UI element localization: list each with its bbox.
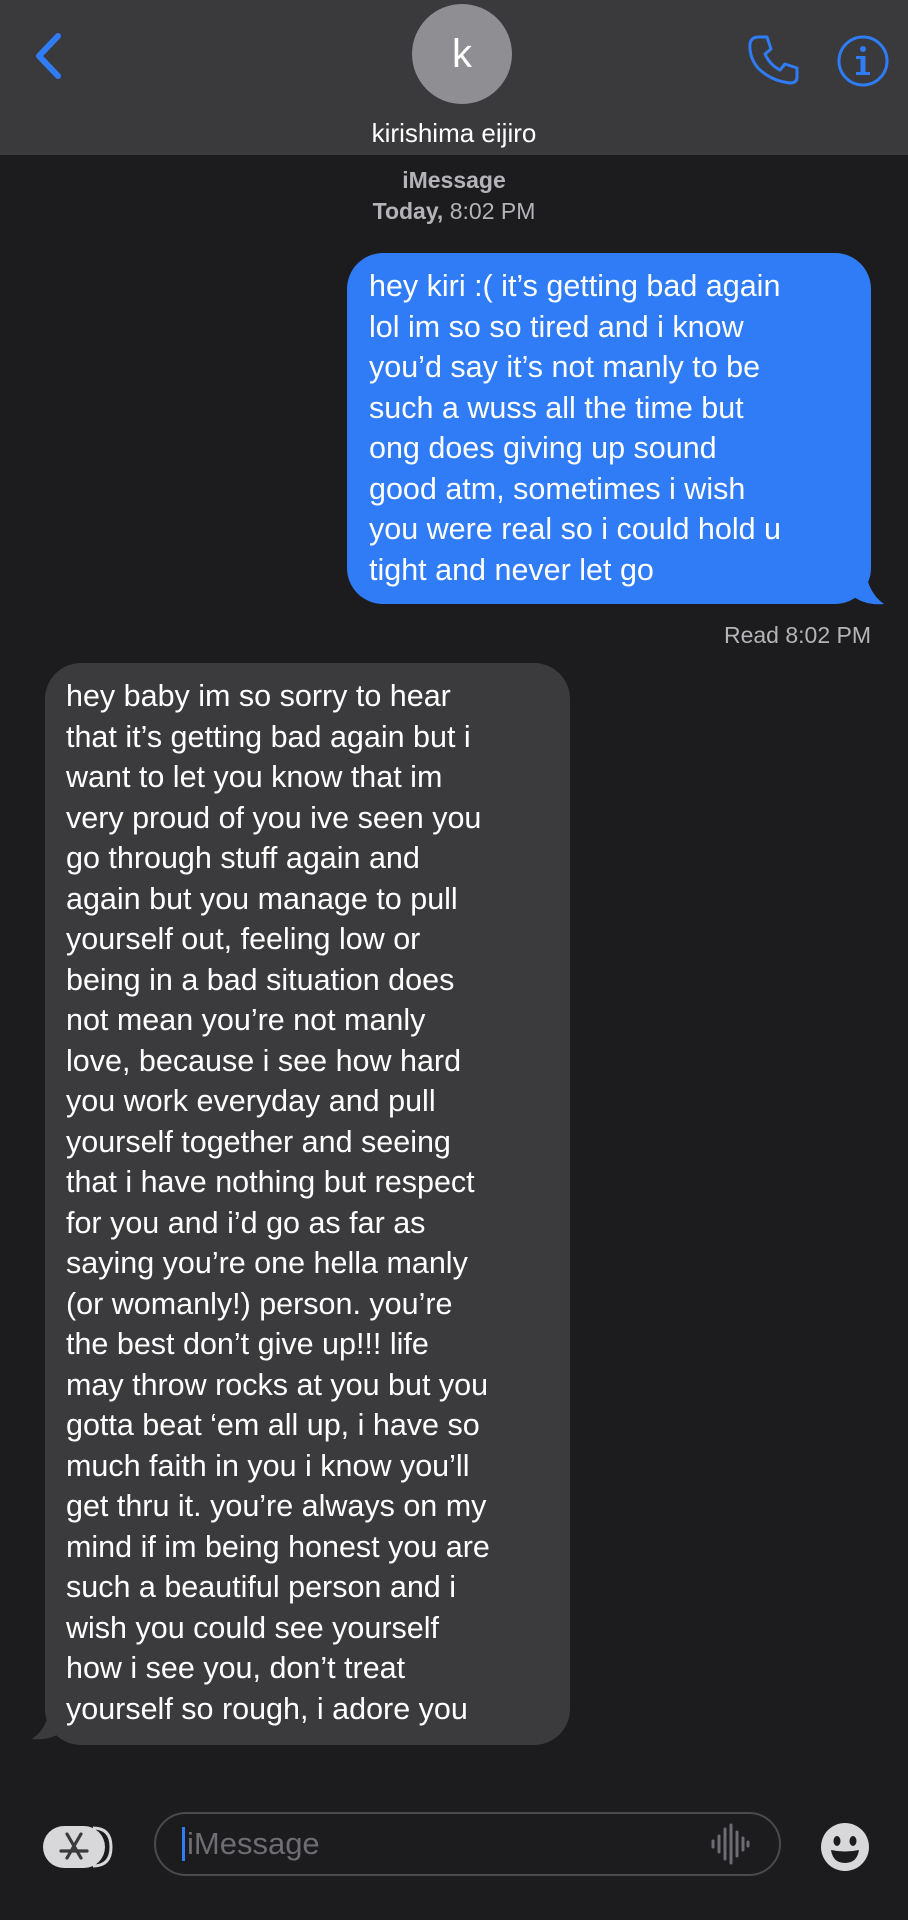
contact-name[interactable]: kirishima eijiro — [0, 118, 908, 148]
app-store-icon — [43, 1826, 113, 1868]
audio-waveform-icon — [711, 1823, 750, 1865]
message-line: go through stuff again and — [66, 841, 420, 875]
incoming-message-bubble[interactable]: hey baby im so sorry to hear that it’s g… — [45, 663, 570, 1745]
message-line: love, because i see how hard — [66, 1043, 462, 1078]
message-line: gotta beat ‘em all up, i have so — [66, 1408, 480, 1442]
message-line: you work everyday and pull — [66, 1084, 436, 1118]
message-line: may throw rocks at you but you — [66, 1367, 489, 1402]
message-line: very proud of you ive seen you — [66, 800, 482, 835]
message-line: the best don’t give up!!! life — [66, 1327, 429, 1361]
message-line: hey baby im so sorry to hear — [66, 679, 451, 713]
message-line: good atm, sometimes i wish — [369, 471, 746, 506]
message-line: that it’s getting bad again but i — [66, 719, 471, 754]
app-store-button[interactable] — [41, 1822, 117, 1872]
message-line: how i see you, don’t treat — [66, 1651, 406, 1685]
call-button[interactable] — [746, 32, 802, 88]
message-line: much faith in you i know you’ll — [66, 1448, 470, 1483]
message-line: ong does giving up sound — [369, 431, 717, 465]
message-line: you’d say it’s not manly to be — [369, 350, 761, 384]
message-line: being in a bad situation does — [66, 962, 455, 997]
outgoing-message-bubble[interactable]: hey kiri :( it’s getting bad again lol i… — [347, 253, 871, 604]
message-line: tight and never let go — [369, 552, 654, 587]
message-line: yourself so rough, i adore you — [66, 1691, 468, 1726]
message-line: you were real so i could hold u — [369, 512, 781, 546]
avatar-initial: k — [452, 32, 472, 76]
message-line: want to let you know that im — [66, 760, 443, 794]
message-line: not mean you’re not manly — [66, 1003, 426, 1037]
date-label: Today, — [372, 198, 444, 224]
info-icon — [837, 35, 889, 87]
phone-icon — [748, 35, 799, 85]
timestamp-label: Today, 8:02 PM — [0, 197, 908, 225]
message-line: for you and i’d go as far as — [66, 1205, 426, 1240]
message-line: again but you manage to pull — [66, 881, 458, 916]
chevron-left-icon — [36, 33, 61, 79]
message-line: yourself together and seeing — [66, 1124, 451, 1159]
text-caret — [182, 1827, 185, 1861]
message-line: saying you’re one hella manly — [66, 1246, 468, 1280]
incoming-bubble-tail — [32, 1695, 66, 1740]
service-label: iMessage — [402, 167, 506, 193]
message-line: wish you could see yourself — [66, 1610, 439, 1645]
emoji-icon — [821, 1823, 869, 1871]
audio-message-button[interactable] — [708, 1822, 752, 1866]
read-receipt: Read 8:02 PM — [723, 622, 871, 648]
message-line: hey kiri :( it’s getting bad again — [369, 269, 781, 303]
back-button[interactable] — [28, 30, 68, 82]
message-line: yourself out, feeling low or — [66, 922, 421, 956]
message-input[interactable]: iMessage — [154, 1812, 781, 1876]
emoji-button[interactable] — [818, 1820, 872, 1874]
message-line: get thru it. you’re always on my — [66, 1489, 487, 1523]
message-line: (or womanly!) person. you’re — [66, 1286, 453, 1321]
info-button[interactable] — [836, 34, 890, 88]
message-line: that i have nothing but respect — [66, 1165, 475, 1199]
message-line: lol im so so tired and i know — [369, 309, 744, 344]
contact-avatar[interactable]: k — [412, 4, 512, 104]
conversation-header: k kirishima eijiro — [0, 0, 908, 155]
message-input-placeholder: iMessage — [187, 1826, 320, 1861]
message-line: such a wuss all the time but — [369, 390, 744, 425]
message-line: mind if im being honest you are — [66, 1529, 490, 1564]
time-label: 8:02 PM — [449, 198, 536, 224]
message-line: such a beautiful person and i — [66, 1570, 456, 1604]
outgoing-bubble-tail — [850, 560, 884, 605]
